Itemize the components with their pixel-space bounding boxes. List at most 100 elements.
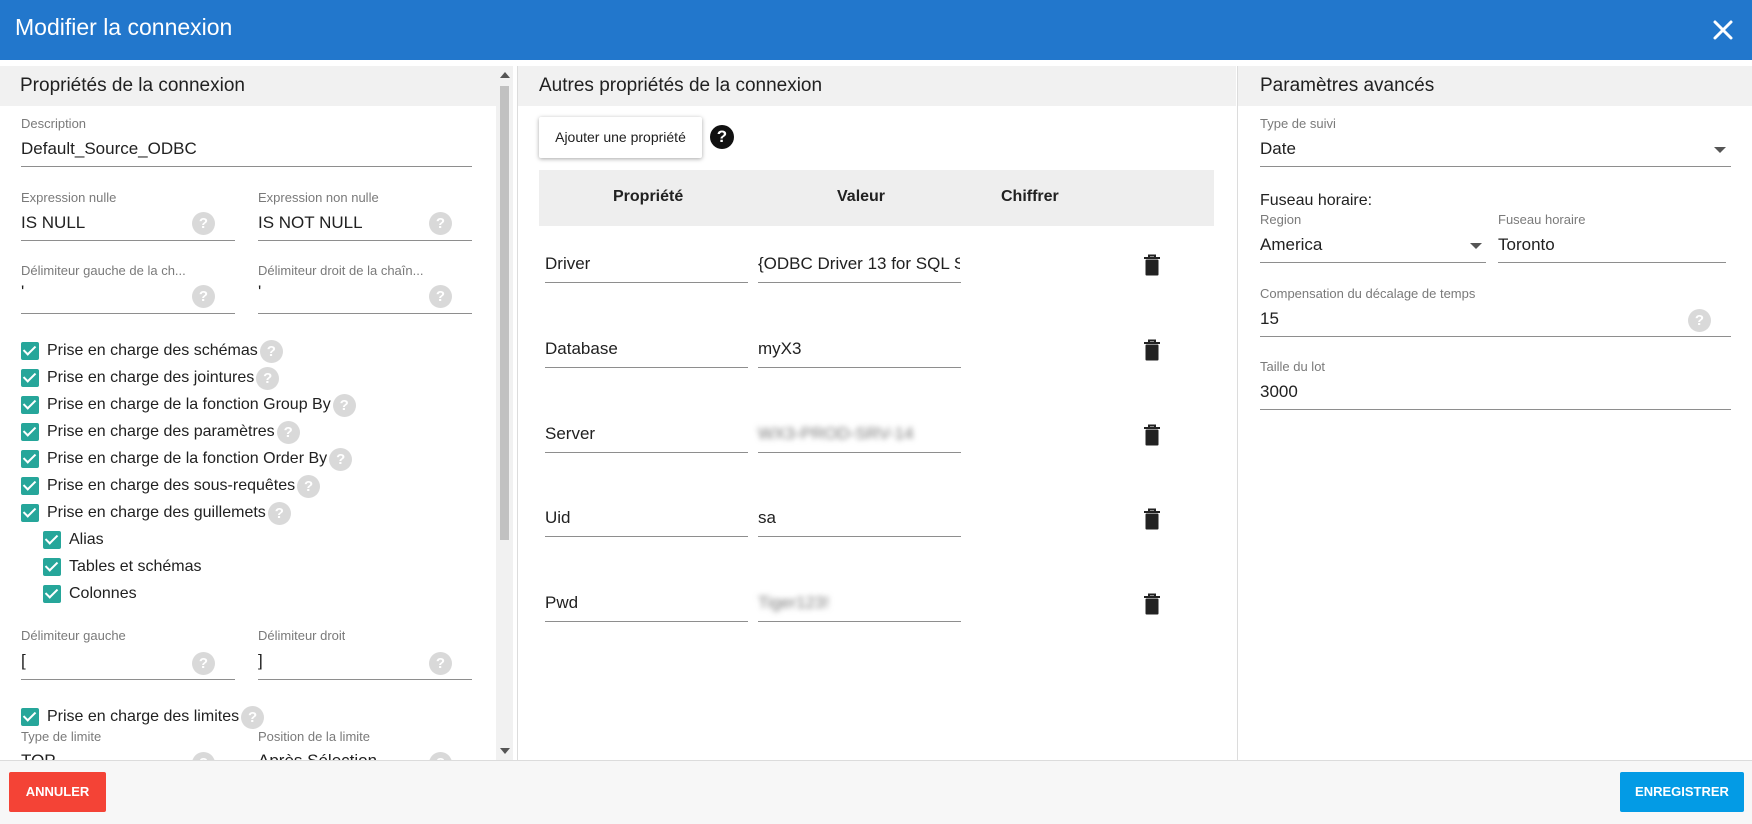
help-icon[interactable]: ? — [710, 125, 734, 149]
checkbox-tables-schemas[interactable]: Tables et schémas — [43, 556, 202, 578]
description-input[interactable]: Default_Source_ODBC — [21, 139, 471, 159]
tracking-type-select[interactable]: Date — [1260, 139, 1680, 159]
region-underline — [1260, 262, 1486, 263]
right-string-delimiter-underline — [258, 313, 472, 314]
help-icon[interactable]: ? — [267, 501, 291, 525]
checkbox-group-by[interactable]: Prise en charge de la fonction Group By … — [21, 393, 356, 417]
checkbox-order-by[interactable]: Prise en charge de la fonction Order By … — [21, 447, 353, 471]
help-icon[interactable]: ? — [329, 447, 353, 471]
checkbox-icon[interactable] — [43, 585, 61, 603]
property-name-input[interactable]: Server — [545, 424, 745, 444]
right-delimiter-input[interactable]: ] — [258, 651, 423, 671]
batch-size-underline — [1260, 409, 1731, 410]
property-value-input[interactable]: sa — [758, 508, 960, 528]
checkbox-icon[interactable] — [21, 504, 39, 522]
scroll-down-icon[interactable] — [500, 748, 510, 754]
trash-icon[interactable] — [1143, 254, 1161, 276]
region-select[interactable]: America — [1260, 235, 1460, 255]
properties-table-header: Propriété Valeur Chiffrer — [539, 170, 1214, 226]
time-offset-input[interactable]: 15 — [1260, 309, 1660, 329]
property-value-input[interactable]: {ODBC Driver 13 for SQL Server} — [758, 254, 960, 274]
limit-type-select[interactable]: TOP — [21, 751, 186, 760]
help-icon[interactable]: ? — [332, 393, 356, 417]
checkbox-icon[interactable] — [43, 558, 61, 576]
help-icon[interactable]: ? — [429, 752, 452, 760]
checkbox-label: Prise en charge des guillemets — [47, 504, 266, 521]
column-header-value: Valeur — [837, 188, 886, 205]
property-value-input[interactable]: Tiger123! — [758, 593, 960, 613]
checkbox-icon[interactable] — [21, 369, 39, 387]
help-icon[interactable]: ? — [276, 420, 300, 444]
checkbox-icon[interactable] — [21, 396, 39, 414]
dialog-title: Modifier la connexion — [15, 14, 233, 40]
cancel-button[interactable]: ANNULER — [9, 772, 106, 812]
panel-divider — [1237, 66, 1238, 760]
checkbox-icon[interactable] — [21, 342, 39, 360]
scroll-up-icon[interactable] — [500, 72, 510, 78]
help-icon[interactable]: ? — [192, 285, 215, 308]
add-property-button[interactable]: Ajouter une propriété — [539, 117, 702, 158]
close-icon[interactable] — [1710, 17, 1736, 43]
connection-properties-panel: Description Default_Source_ODBC Expressi… — [0, 66, 517, 760]
chevron-down-icon[interactable] — [1470, 243, 1482, 249]
checkbox-icon[interactable] — [21, 708, 39, 726]
right-delimiter-underline — [258, 679, 472, 680]
property-name-input[interactable]: Database — [545, 339, 745, 359]
checkbox-schemas[interactable]: Prise en charge des schémas ? — [21, 339, 283, 363]
checkbox-icon[interactable] — [21, 423, 39, 441]
batch-size-label: Taille du lot — [1260, 359, 1326, 374]
trash-icon[interactable] — [1143, 424, 1161, 446]
trash-icon[interactable] — [1143, 593, 1161, 615]
property-name-underline — [545, 452, 748, 453]
checkbox-icon[interactable] — [21, 450, 39, 468]
save-button[interactable]: ENREGISTRER — [1620, 772, 1744, 812]
checkbox-label: Colonnes — [69, 585, 137, 602]
timezone-input[interactable]: Toronto — [1498, 235, 1718, 255]
left-panel-scrollbar[interactable] — [496, 66, 513, 760]
property-name-input[interactable]: Pwd — [545, 593, 745, 613]
help-icon[interactable]: ? — [1688, 309, 1711, 332]
property-value-input[interactable]: WX3-PROD-SRV-14 — [758, 424, 960, 444]
help-icon[interactable]: ? — [297, 474, 321, 498]
checkbox-joins[interactable]: Prise en charge des jointures ? — [21, 366, 280, 390]
checkbox-quotes[interactable]: Prise en charge des guillemets ? — [21, 501, 291, 525]
help-icon[interactable]: ? — [256, 366, 280, 390]
checkbox-icon[interactable] — [21, 477, 39, 495]
right-panel-header: Paramètres avancés — [1238, 66, 1752, 106]
checkbox-label: Prise en charge de la fonction Group By — [47, 396, 331, 413]
property-name-input[interactable]: Driver — [545, 254, 745, 274]
help-icon[interactable]: ? — [259, 339, 283, 363]
null-expression-input[interactable]: IS NULL — [21, 213, 186, 233]
scroll-thumb[interactable] — [500, 86, 509, 540]
chevron-down-icon[interactable] — [1714, 147, 1726, 153]
help-icon[interactable]: ? — [429, 285, 452, 308]
help-icon[interactable]: ? — [241, 705, 265, 729]
checkbox-label: Prise en charge des sous-requêtes — [47, 477, 296, 494]
checkbox-alias[interactable]: Alias — [43, 529, 104, 551]
checkbox-parameters[interactable]: Prise en charge des paramètres ? — [21, 420, 300, 444]
checkbox-label: Prise en charge des limites — [47, 708, 240, 725]
limit-position-select[interactable]: Après Sélection — [258, 751, 423, 760]
help-icon[interactable]: ? — [192, 652, 215, 675]
right-string-delimiter-input[interactable]: ' — [258, 282, 423, 302]
help-icon[interactable]: ? — [192, 212, 215, 235]
limit-type-label: Type de limite — [21, 729, 102, 744]
help-icon[interactable]: ? — [429, 652, 452, 675]
tracking-type-underline — [1260, 166, 1731, 167]
checkbox-limits[interactable]: Prise en charge des limites ? — [21, 705, 265, 729]
left-delimiter-input[interactable]: [ — [21, 651, 186, 671]
help-icon[interactable]: ? — [192, 752, 215, 760]
property-value-input[interactable]: myX3 — [758, 339, 960, 359]
trash-icon[interactable] — [1143, 339, 1161, 361]
property-name-input[interactable]: Uid — [545, 508, 745, 528]
checkbox-columns[interactable]: Colonnes — [43, 583, 137, 605]
left-string-delimiter-input[interactable]: ' — [21, 282, 186, 302]
batch-size-input[interactable]: 3000 — [1260, 382, 1660, 402]
checkbox-icon[interactable] — [43, 531, 61, 549]
checkbox-label: Prise en charge des paramètres — [47, 423, 275, 440]
not-null-expression-input[interactable]: IS NOT NULL — [258, 213, 423, 233]
trash-icon[interactable] — [1143, 508, 1161, 530]
checkbox-subqueries[interactable]: Prise en charge des sous-requêtes ? — [21, 474, 321, 498]
right-string-delimiter-label: Délimiteur droit de la chaîn... — [258, 263, 424, 278]
help-icon[interactable]: ? — [429, 212, 452, 235]
